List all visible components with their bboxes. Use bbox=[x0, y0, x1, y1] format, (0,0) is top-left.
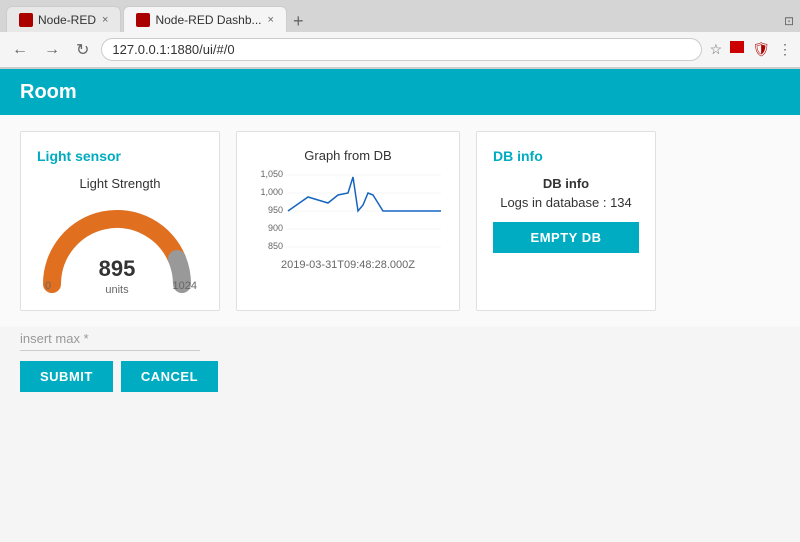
graph-title: Graph from DB bbox=[253, 148, 443, 163]
room-title: Room bbox=[20, 81, 77, 104]
menu-icon[interactable]: ⋮ bbox=[778, 41, 792, 58]
svg-text:1,050: 1,050 bbox=[260, 169, 283, 179]
tab-icon-dashboard bbox=[136, 13, 150, 27]
db-info-panel: DB info DB info Logs in database : 134 E… bbox=[476, 131, 656, 311]
app-header: Room bbox=[0, 69, 800, 115]
svg-text:950: 950 bbox=[268, 205, 283, 215]
light-sensor-panel: Light sensor Light Strength 895 0 units … bbox=[20, 131, 220, 311]
svg-text:850: 850 bbox=[268, 241, 283, 251]
db-info-label: DB info bbox=[493, 176, 639, 191]
tab-label-node-red: Node-RED bbox=[38, 13, 96, 27]
light-sensor-title: Light sensor bbox=[37, 148, 203, 164]
gauge-label: Light Strength bbox=[37, 176, 203, 191]
db-info-title: DB info bbox=[493, 148, 639, 164]
star-icon[interactable]: ☆ bbox=[710, 41, 723, 58]
screen-cast-icon bbox=[730, 41, 744, 53]
tab-node-red-dashboard[interactable]: Node-RED Dashb... × bbox=[123, 6, 286, 32]
browser-action-icons: ☆ 🛡 ⋮ bbox=[710, 41, 792, 58]
submit-button[interactable]: SUBMIT bbox=[20, 361, 113, 392]
new-tab-button[interactable]: + bbox=[293, 11, 304, 32]
address-input[interactable] bbox=[101, 38, 701, 61]
svg-text:900: 900 bbox=[268, 223, 283, 233]
window-controls: ⊡ bbox=[784, 14, 794, 32]
gauge-value: 895 bbox=[99, 256, 136, 282]
back-button[interactable]: ← bbox=[8, 39, 32, 61]
address-bar: ← → ↻ ☆ 🛡 ⋮ bbox=[0, 32, 800, 68]
graph-panel: Graph from DB 1,050 1,000 950 900 850 20… bbox=[236, 131, 460, 311]
form-section: SUBMIT CANCEL bbox=[0, 327, 800, 408]
gauge-wrapper: 895 0 units 1024 bbox=[37, 199, 197, 294]
graph-svg: 1,050 1,000 950 900 850 bbox=[253, 167, 443, 257]
tab-node-red[interactable]: Node-RED × bbox=[6, 6, 121, 32]
tab-close-node-red[interactable]: × bbox=[102, 14, 108, 26]
form-buttons: SUBMIT CANCEL bbox=[20, 361, 780, 392]
cancel-button[interactable]: CANCEL bbox=[121, 361, 218, 392]
tab-label-dashboard: Node-RED Dashb... bbox=[155, 13, 261, 27]
gauge-max: 1024 bbox=[173, 280, 197, 292]
db-logs-count: Logs in database : 134 bbox=[493, 195, 639, 210]
forward-button[interactable]: → bbox=[40, 39, 64, 61]
tab-bar: Node-RED × Node-RED Dashb... × + ⊡ bbox=[0, 0, 800, 32]
empty-db-button[interactable]: EMPTY DB bbox=[493, 222, 639, 253]
main-content: Light sensor Light Strength 895 0 units … bbox=[0, 115, 800, 327]
graph-timestamp: 2019-03-31T09:48:28.000Z bbox=[253, 259, 443, 271]
form-input-row bbox=[20, 327, 780, 351]
refresh-button[interactable]: ↻ bbox=[72, 38, 93, 62]
gauge-min: 0 bbox=[45, 280, 51, 292]
browser-chrome: Node-RED × Node-RED Dashb... × + ⊡ ← → ↻… bbox=[0, 0, 800, 69]
svg-text:1,000: 1,000 bbox=[260, 187, 283, 197]
tab-close-dashboard[interactable]: × bbox=[268, 14, 274, 26]
extension-icon: 🛡 bbox=[752, 41, 770, 58]
insert-max-input[interactable] bbox=[20, 327, 200, 351]
gauge-unit: units bbox=[105, 284, 128, 296]
tab-icon-node-red bbox=[19, 13, 33, 27]
